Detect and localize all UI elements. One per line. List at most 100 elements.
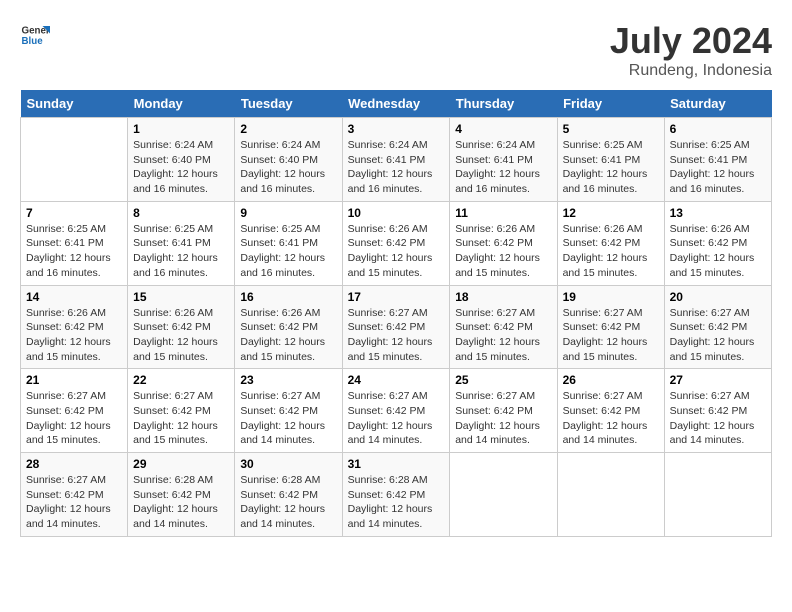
day-cell: 5 Sunrise: 6:25 AM Sunset: 6:41 PM Daylig… bbox=[557, 118, 664, 202]
day-info: Sunrise: 6:27 AM Sunset: 6:42 PM Dayligh… bbox=[455, 306, 551, 365]
day-number: 22 bbox=[133, 373, 229, 387]
day-cell: 17 Sunrise: 6:27 AM Sunset: 6:42 PM Dayli… bbox=[342, 285, 450, 369]
day-cell: 28 Sunrise: 6:27 AM Sunset: 6:42 PM Dayli… bbox=[21, 453, 128, 537]
day-info: Sunrise: 6:26 AM Sunset: 6:42 PM Dayligh… bbox=[455, 222, 551, 281]
day-cell: 10 Sunrise: 6:26 AM Sunset: 6:42 PM Dayli… bbox=[342, 201, 450, 285]
day-info: Sunrise: 6:25 AM Sunset: 6:41 PM Dayligh… bbox=[26, 222, 122, 281]
day-cell: 8 Sunrise: 6:25 AM Sunset: 6:41 PM Daylig… bbox=[128, 201, 235, 285]
day-number: 14 bbox=[26, 290, 122, 304]
day-info: Sunrise: 6:27 AM Sunset: 6:42 PM Dayligh… bbox=[670, 306, 766, 365]
title-block: July 2024 Rundeng, Indonesia bbox=[610, 20, 772, 80]
day-number: 8 bbox=[133, 206, 229, 220]
header-cell-sunday: Sunday bbox=[21, 90, 128, 118]
day-number: 1 bbox=[133, 122, 229, 136]
day-number: 10 bbox=[348, 206, 445, 220]
day-number: 20 bbox=[670, 290, 766, 304]
day-info: Sunrise: 6:27 AM Sunset: 6:42 PM Dayligh… bbox=[348, 306, 445, 365]
day-cell: 7 Sunrise: 6:25 AM Sunset: 6:41 PM Daylig… bbox=[21, 201, 128, 285]
day-info: Sunrise: 6:27 AM Sunset: 6:42 PM Dayligh… bbox=[670, 389, 766, 448]
header-cell-tuesday: Tuesday bbox=[235, 90, 342, 118]
day-cell: 9Sunrise: 6:25 AM Sunset: 6:41 PM Daylig… bbox=[235, 201, 342, 285]
calendar-table: SundayMondayTuesdayWednesdayThursdayFrid… bbox=[20, 90, 772, 537]
day-cell: 19 Sunrise: 6:27 AM Sunset: 6:42 PM Dayli… bbox=[557, 285, 664, 369]
header-cell-friday: Friday bbox=[557, 90, 664, 118]
day-info: Sunrise: 6:28 AM Sunset: 6:42 PM Dayligh… bbox=[133, 473, 229, 532]
day-cell: 25Sunrise: 6:27 AM Sunset: 6:42 PM Dayli… bbox=[450, 369, 557, 453]
day-number: 3 bbox=[348, 122, 445, 136]
header-cell-wednesday: Wednesday bbox=[342, 90, 450, 118]
day-cell: 18 Sunrise: 6:27 AM Sunset: 6:42 PM Dayli… bbox=[450, 285, 557, 369]
day-info: Sunrise: 6:26 AM Sunset: 6:42 PM Dayligh… bbox=[26, 306, 122, 365]
day-info: Sunrise: 6:26 AM Sunset: 6:42 PM Dayligh… bbox=[133, 306, 229, 365]
svg-text:Blue: Blue bbox=[22, 36, 44, 47]
day-info: Sunrise: 6:27 AM Sunset: 6:42 PM Dayligh… bbox=[455, 389, 551, 448]
day-info: Sunrise: 6:27 AM Sunset: 6:42 PM Dayligh… bbox=[348, 389, 445, 448]
day-info: Sunrise: 6:25 AM Sunset: 6:41 PM Dayligh… bbox=[563, 138, 659, 197]
day-number: 12 bbox=[563, 206, 659, 220]
day-info: Sunrise: 6:24 AM Sunset: 6:41 PM Dayligh… bbox=[455, 138, 551, 197]
day-number: 26 bbox=[563, 373, 659, 387]
header-row: SundayMondayTuesdayWednesdayThursdayFrid… bbox=[21, 90, 772, 118]
day-cell: 21 Sunrise: 6:27 AM Sunset: 6:42 PM Dayli… bbox=[21, 369, 128, 453]
day-number: 23 bbox=[240, 373, 336, 387]
day-number: 28 bbox=[26, 457, 122, 471]
day-number: 30 bbox=[240, 457, 336, 471]
day-number: 21 bbox=[26, 373, 122, 387]
day-cell: 2 Sunrise: 6:24 AM Sunset: 6:40 PM Daylig… bbox=[235, 118, 342, 202]
day-cell: 24Sunrise: 6:27 AM Sunset: 6:42 PM Dayli… bbox=[342, 369, 450, 453]
day-info: Sunrise: 6:24 AM Sunset: 6:40 PM Dayligh… bbox=[133, 138, 229, 197]
day-number: 7 bbox=[26, 206, 122, 220]
day-number: 17 bbox=[348, 290, 445, 304]
day-number: 11 bbox=[455, 206, 551, 220]
page-header: General Blue July 2024 Rundeng, Indonesi… bbox=[20, 20, 772, 80]
day-info: Sunrise: 6:27 AM Sunset: 6:42 PM Dayligh… bbox=[563, 306, 659, 365]
week-row-2: 7 Sunrise: 6:25 AM Sunset: 6:41 PM Daylig… bbox=[21, 201, 772, 285]
day-cell: 29Sunrise: 6:28 AM Sunset: 6:42 PM Dayli… bbox=[128, 453, 235, 537]
day-cell: 22 Sunrise: 6:27 AM Sunset: 6:42 PM Dayli… bbox=[128, 369, 235, 453]
title-location: Rundeng, Indonesia bbox=[610, 62, 772, 80]
day-info: Sunrise: 6:27 AM Sunset: 6:42 PM Dayligh… bbox=[26, 473, 122, 532]
day-number: 19 bbox=[563, 290, 659, 304]
day-cell: 30Sunrise: 6:28 AM Sunset: 6:42 PM Dayli… bbox=[235, 453, 342, 537]
day-cell: 12 Sunrise: 6:26 AM Sunset: 6:42 PM Dayli… bbox=[557, 201, 664, 285]
day-cell: 1 Sunrise: 6:24 AM Sunset: 6:40 PM Daylig… bbox=[128, 118, 235, 202]
day-number: 13 bbox=[670, 206, 766, 220]
day-info: Sunrise: 6:27 AM Sunset: 6:42 PM Dayligh… bbox=[563, 389, 659, 448]
day-cell: 31 Sunrise: 6:28 AM Sunset: 6:42 PM Dayli… bbox=[342, 453, 450, 537]
day-cell: 15 Sunrise: 6:26 AM Sunset: 6:42 PM Dayli… bbox=[128, 285, 235, 369]
week-row-3: 14 Sunrise: 6:26 AM Sunset: 6:42 PM Dayli… bbox=[21, 285, 772, 369]
day-info: Sunrise: 6:26 AM Sunset: 6:42 PM Dayligh… bbox=[563, 222, 659, 281]
day-info: Sunrise: 6:27 AM Sunset: 6:42 PM Dayligh… bbox=[26, 389, 122, 448]
day-cell: 27 Sunrise: 6:27 AM Sunset: 6:42 PM Dayli… bbox=[664, 369, 771, 453]
day-number: 31 bbox=[348, 457, 445, 471]
day-info: Sunrise: 6:28 AM Sunset: 6:42 PM Dayligh… bbox=[348, 473, 445, 532]
day-cell: 23Sunrise: 6:27 AM Sunset: 6:42 PM Dayli… bbox=[235, 369, 342, 453]
day-cell: 20 Sunrise: 6:27 AM Sunset: 6:42 PM Dayli… bbox=[664, 285, 771, 369]
day-number: 18 bbox=[455, 290, 551, 304]
day-info: Sunrise: 6:24 AM Sunset: 6:40 PM Dayligh… bbox=[240, 138, 336, 197]
day-cell: 13 Sunrise: 6:26 AM Sunset: 6:42 PM Dayli… bbox=[664, 201, 771, 285]
day-cell: 14 Sunrise: 6:26 AM Sunset: 6:42 PM Dayli… bbox=[21, 285, 128, 369]
day-info: Sunrise: 6:26 AM Sunset: 6:42 PM Dayligh… bbox=[670, 222, 766, 281]
day-cell bbox=[21, 118, 128, 202]
day-number: 4 bbox=[455, 122, 551, 136]
logo-icon: General Blue bbox=[20, 20, 50, 50]
header-cell-thursday: Thursday bbox=[450, 90, 557, 118]
header-cell-saturday: Saturday bbox=[664, 90, 771, 118]
day-cell: 3 Sunrise: 6:24 AM Sunset: 6:41 PM Daylig… bbox=[342, 118, 450, 202]
day-info: Sunrise: 6:26 AM Sunset: 6:42 PM Dayligh… bbox=[348, 222, 445, 281]
day-info: Sunrise: 6:27 AM Sunset: 6:42 PM Dayligh… bbox=[133, 389, 229, 448]
day-cell: 11 Sunrise: 6:26 AM Sunset: 6:42 PM Dayli… bbox=[450, 201, 557, 285]
day-number: 27 bbox=[670, 373, 766, 387]
day-info: Sunrise: 6:24 AM Sunset: 6:41 PM Dayligh… bbox=[348, 138, 445, 197]
day-cell bbox=[664, 453, 771, 537]
day-number: 2 bbox=[240, 122, 336, 136]
day-number: 15 bbox=[133, 290, 229, 304]
day-info: Sunrise: 6:25 AM Sunset: 6:41 PM Dayligh… bbox=[133, 222, 229, 281]
header-cell-monday: Monday bbox=[128, 90, 235, 118]
day-cell: 6Sunrise: 6:25 AM Sunset: 6:41 PM Daylig… bbox=[664, 118, 771, 202]
day-number: 6 bbox=[670, 122, 766, 136]
week-row-5: 28 Sunrise: 6:27 AM Sunset: 6:42 PM Dayli… bbox=[21, 453, 772, 537]
day-cell: 4 Sunrise: 6:24 AM Sunset: 6:41 PM Daylig… bbox=[450, 118, 557, 202]
day-number: 5 bbox=[563, 122, 659, 136]
